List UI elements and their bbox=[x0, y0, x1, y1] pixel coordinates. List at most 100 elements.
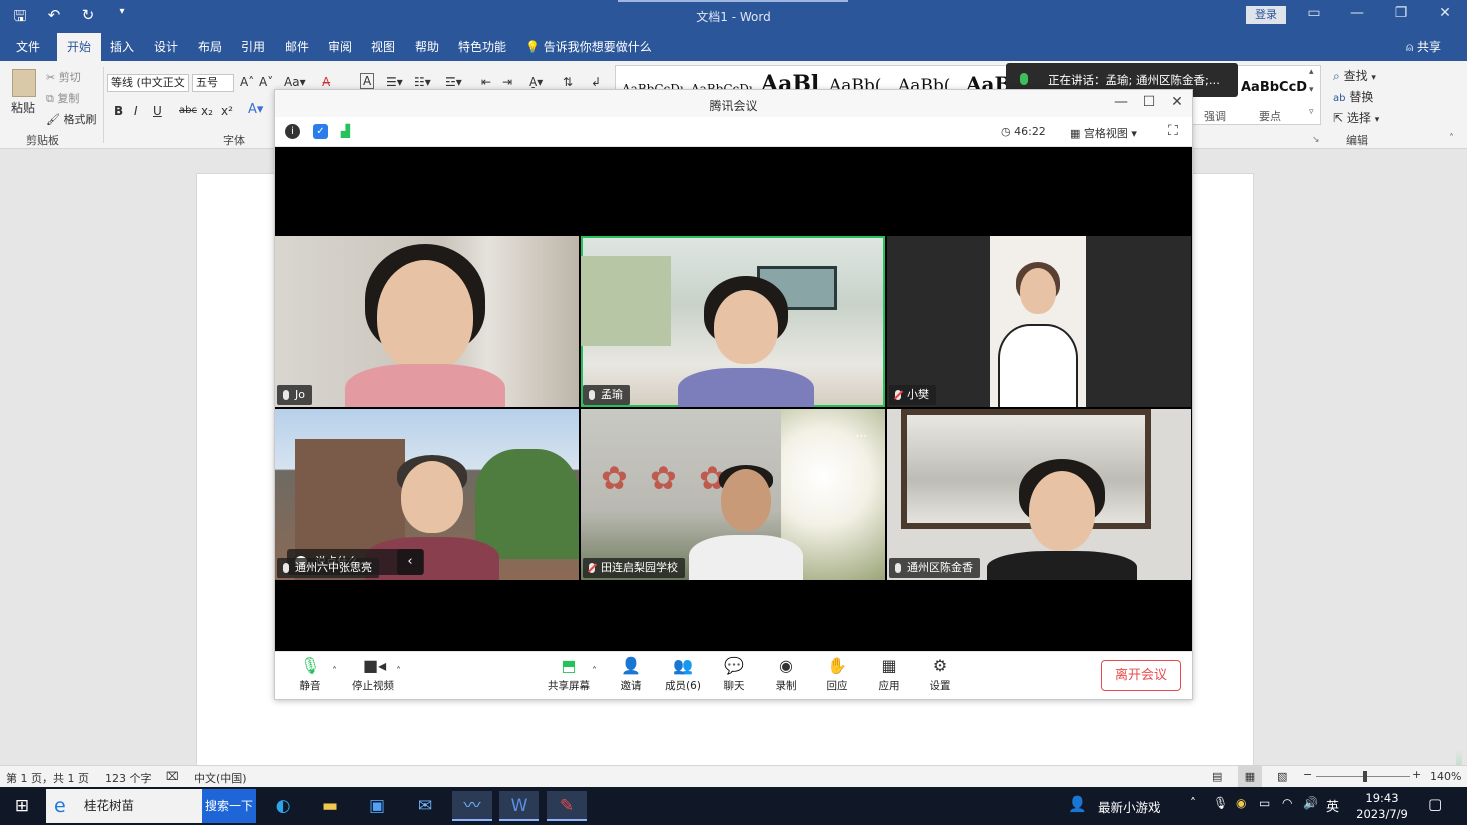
tab-special[interactable]: 特色功能 bbox=[448, 33, 516, 61]
decrease-indent-icon[interactable]: ⇤ bbox=[481, 75, 491, 89]
tell-me-box[interactable]: 💡 告诉我你想要做什么 bbox=[525, 33, 652, 61]
audio-options-icon[interactable]: ˄ bbox=[332, 666, 337, 677]
leave-meeting-button[interactable]: 离开会议 bbox=[1101, 660, 1181, 691]
file-explorer-icon[interactable]: ▬ bbox=[310, 791, 350, 821]
react-button[interactable]: ✋ 回应 bbox=[811, 657, 863, 693]
share-options-icon[interactable]: ˄ bbox=[592, 666, 597, 677]
wifi-icon[interactable]: ◠ bbox=[1282, 796, 1292, 810]
numbering-icon[interactable]: ☷▾ bbox=[414, 75, 431, 89]
tab-help[interactable]: 帮助 bbox=[405, 33, 449, 61]
ribbon-display-icon[interactable]: ▭ bbox=[1299, 5, 1329, 21]
strikethrough-button[interactable]: abc bbox=[179, 105, 197, 116]
style-strong[interactable]: AaBbCcD bbox=[1241, 80, 1307, 95]
store-icon[interactable]: ▣ bbox=[357, 791, 397, 821]
mail-icon[interactable]: ✉ bbox=[405, 791, 445, 821]
paste-button[interactable]: 粘贴 bbox=[11, 99, 35, 116]
increase-indent-icon[interactable]: ⇥ bbox=[502, 75, 512, 89]
fullscreen-icon[interactable]: ⛶ bbox=[1168, 123, 1178, 139]
shrink-font-icon[interactable]: A˅ bbox=[259, 75, 273, 89]
bullets-icon[interactable]: ☰▾ bbox=[386, 75, 403, 89]
cut-button[interactable]: ✂ 剪切 bbox=[46, 69, 81, 85]
tab-review[interactable]: 审阅 bbox=[318, 33, 362, 61]
char-border-icon[interactable]: A bbox=[360, 73, 375, 89]
collapse-ribbon-icon[interactable]: ˄ bbox=[1449, 133, 1454, 144]
tab-view[interactable]: 视图 bbox=[361, 33, 405, 61]
signal-icon[interactable]: ▟ bbox=[338, 124, 353, 139]
taskbar-search-button[interactable]: 搜索一下 bbox=[202, 789, 256, 823]
tab-layout[interactable]: 布局 bbox=[188, 33, 232, 61]
italic-button[interactable]: I bbox=[134, 104, 138, 118]
app-red-icon[interactable]: ✎ bbox=[547, 791, 587, 821]
meeting-minimize-icon[interactable]: — bbox=[1109, 94, 1133, 110]
video-options-icon[interactable]: ˄ bbox=[396, 666, 401, 677]
copy-button[interactable]: ⧉ 复制 bbox=[46, 90, 79, 106]
stop-video-button[interactable]: ■◂ 停止视频 bbox=[347, 657, 399, 693]
tab-file[interactable]: 文件 bbox=[6, 33, 50, 61]
replace-button[interactable]: ab 替换 bbox=[1333, 88, 1373, 105]
collapse-chat-icon[interactable]: ‹ bbox=[397, 549, 423, 575]
invite-button[interactable]: 👤 邀请 bbox=[605, 657, 657, 693]
tray-app-icon[interactable]: ◉ bbox=[1236, 796, 1246, 810]
video-tile[interactable]: 通州区陈金香 bbox=[887, 409, 1191, 580]
find-button[interactable]: ⌕ 查找 ▾ bbox=[1333, 67, 1376, 84]
tencent-meeting-icon[interactable]: 〰 bbox=[452, 791, 492, 821]
format-painter-button[interactable]: 🖌 格式刷 bbox=[46, 111, 96, 127]
taskbar-clock[interactable]: 19:43 2023/7/9 bbox=[1352, 790, 1412, 822]
tray-mic-icon[interactable]: 🎙 bbox=[1213, 796, 1228, 810]
tray-chevron-icon[interactable]: ˄ bbox=[1190, 796, 1196, 810]
shield-icon[interactable]: ✓ bbox=[313, 124, 328, 139]
mute-button[interactable]: 🎙 静音 bbox=[284, 657, 336, 693]
clear-format-icon[interactable]: A̶ bbox=[322, 75, 330, 89]
print-layout-icon[interactable]: ▦ bbox=[1238, 766, 1262, 787]
video-tile[interactable]: Jo bbox=[275, 236, 579, 407]
superscript-button[interactable]: x² bbox=[221, 104, 233, 118]
settings-button[interactable]: ⚙ 设置 bbox=[914, 657, 966, 693]
language-status[interactable]: 中文(中国) bbox=[194, 770, 247, 786]
styles-more-icon[interactable]: ▿ bbox=[1309, 107, 1314, 117]
read-mode-icon[interactable]: ▤ bbox=[1212, 770, 1222, 783]
zoom-level[interactable]: 140% bbox=[1430, 770, 1461, 783]
video-tile-active[interactable]: 孟瑜 bbox=[581, 236, 885, 407]
tile-more-icon[interactable]: ··· bbox=[856, 429, 867, 443]
members-button[interactable]: 👥 成员(6) bbox=[657, 657, 709, 693]
restore-icon[interactable]: ❐ bbox=[1386, 5, 1416, 21]
bold-button[interactable]: B bbox=[114, 104, 123, 118]
tab-design[interactable]: 设计 bbox=[144, 33, 188, 61]
page-count[interactable]: 第 1 页，共 1 页 bbox=[6, 770, 89, 786]
video-tile[interactable]: ✿ ✿ ✿ ··· 田连启梨园学校 bbox=[581, 409, 885, 580]
share-button[interactable]: ⍝ 共享 bbox=[1406, 33, 1441, 61]
battery-icon[interactable]: ▭ bbox=[1259, 796, 1270, 810]
windows-start-icon[interactable]: ⊞ bbox=[2, 791, 42, 821]
ime-indicator[interactable]: 英 bbox=[1326, 796, 1339, 815]
word-count[interactable]: 123 个字 bbox=[105, 770, 152, 786]
chat-button[interactable]: 💬 聊天 bbox=[708, 657, 760, 693]
styles-launcher-icon[interactable]: ↘ bbox=[1312, 135, 1320, 145]
styles-scroll-down-icon[interactable]: ▾ bbox=[1309, 85, 1314, 95]
change-case-icon[interactable]: Aa▾ bbox=[284, 75, 306, 89]
show-marks-icon[interactable]: ↲ bbox=[591, 75, 601, 89]
zoom-in-icon[interactable]: + bbox=[1412, 768, 1421, 781]
tab-insert[interactable]: 插入 bbox=[100, 33, 144, 61]
record-button[interactable]: ◉ 录制 bbox=[760, 657, 812, 693]
zoom-out-icon[interactable]: − bbox=[1303, 768, 1312, 781]
zoom-slider-thumb[interactable] bbox=[1362, 771, 1367, 782]
edge-icon[interactable]: ◐ bbox=[263, 791, 303, 821]
paste-icon[interactable] bbox=[12, 69, 36, 97]
underline-button[interactable]: U bbox=[153, 104, 162, 118]
apps-button[interactable]: ▦ 应用 bbox=[863, 657, 915, 693]
meeting-close-icon[interactable]: ✕ bbox=[1165, 94, 1189, 110]
notification-icon[interactable]: ▢ bbox=[1428, 795, 1442, 813]
taskbar-search-input[interactable]: e 桂花树苗 bbox=[46, 789, 202, 823]
tab-references[interactable]: 引用 bbox=[231, 33, 275, 61]
proofing-icon[interactable]: ⌧ bbox=[166, 770, 179, 783]
word-icon[interactable]: W bbox=[499, 791, 539, 821]
video-tile[interactable]: 小樊 bbox=[887, 236, 1191, 407]
web-layout-icon[interactable]: ▧ bbox=[1277, 770, 1287, 783]
volume-icon[interactable]: 🔊 bbox=[1303, 796, 1318, 810]
video-tile[interactable]: 说点什么... ‹ 通州六中张思亮 bbox=[275, 409, 579, 580]
subscript-button[interactable]: x₂ bbox=[201, 104, 213, 118]
info-icon[interactable]: i bbox=[285, 124, 300, 139]
multilevel-list-icon[interactable]: ☲▾ bbox=[445, 75, 462, 89]
game-user-icon[interactable]: 👤 bbox=[1068, 795, 1087, 813]
font-size-combo[interactable]: 五号 bbox=[192, 74, 234, 92]
